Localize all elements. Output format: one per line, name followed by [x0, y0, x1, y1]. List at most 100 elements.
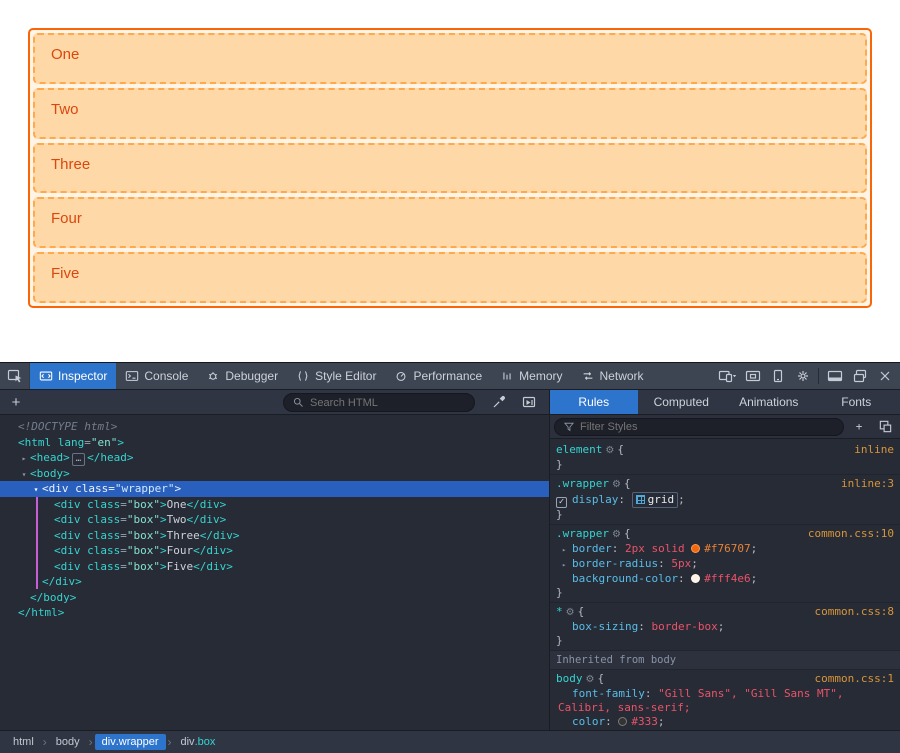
tab-label: Style Editor: [315, 369, 376, 383]
pick-element-button[interactable]: [0, 363, 30, 389]
box-label: Three: [51, 156, 90, 173]
collapsed-content-marker[interactable]: …: [72, 453, 85, 466]
eyedropper-button[interactable]: [488, 392, 510, 412]
selector-gear-icon[interactable]: ⚙: [583, 674, 598, 685]
selected-children-guide: [36, 497, 38, 589]
toolbox-controls: [715, 363, 900, 389]
rulers-button[interactable]: [518, 392, 540, 412]
frame-picker-icon: [745, 368, 761, 384]
tab-memory[interactable]: Memory: [491, 363, 571, 389]
dock-bottom-icon: [827, 368, 843, 384]
markup-line-html-close[interactable]: </html>: [0, 605, 549, 621]
expand-arrow-icon[interactable]: ▸: [562, 558, 572, 572]
grid-wrapper: One Two Three Four Five: [28, 28, 872, 308]
rendered-page: One Two Three Four Five: [0, 0, 900, 362]
markup-line-div-box[interactable]: <div class="box">Two</div>: [0, 512, 549, 528]
tab-fonts[interactable]: Fonts: [813, 390, 900, 414]
style-editor-icon: [296, 369, 310, 383]
breadcrumb-item-div-box[interactable]: div.box: [174, 734, 223, 750]
pick-element-icon: [7, 368, 23, 384]
selector-gear-icon[interactable]: ⚙: [602, 445, 617, 456]
box-label: Five: [51, 265, 79, 282]
close-devtools-button[interactable]: [872, 363, 897, 389]
tab-network[interactable]: Network: [572, 363, 653, 389]
rule-source-link[interactable]: common.css:8: [815, 605, 894, 619]
tab-computed[interactable]: Computed: [638, 390, 726, 414]
search-html-input[interactable]: [310, 397, 466, 409]
collapse-arrow-icon[interactable]: ▾: [18, 467, 30, 483]
css-rule-wrapper-common: .wrapper⚙{common.css:10 ▸border: 2px sol…: [550, 525, 900, 603]
selector-gear-icon[interactable]: ⚙: [609, 479, 624, 490]
add-node-button[interactable]: +: [6, 391, 26, 413]
selector-gear-icon[interactable]: ⚙: [563, 607, 578, 618]
frame-picker-button[interactable]: [740, 363, 765, 389]
tab-inspector[interactable]: Inspector: [30, 363, 116, 389]
color-swatch[interactable]: [691, 544, 700, 553]
responsive-design-icon: [718, 368, 737, 384]
expand-arrow-icon[interactable]: ▸: [18, 451, 30, 467]
markup-toolbar: +: [0, 390, 550, 414]
search-icon: [292, 396, 305, 409]
filter-styles-box: [554, 418, 844, 436]
responsive-design-button[interactable]: [715, 363, 740, 389]
grid-box-four: Four: [33, 197, 867, 248]
filter-styles-input[interactable]: [580, 421, 835, 433]
rules-filter-row: +: [550, 415, 900, 439]
markup-line-div-box[interactable]: <div class="box">One</div>: [0, 497, 549, 513]
tab-label: Debugger: [225, 369, 278, 383]
markup-line-div-box[interactable]: <div class="box">Five</div>: [0, 559, 549, 575]
class-panel-button[interactable]: [874, 417, 896, 437]
grid-value-toggle[interactable]: grid: [632, 492, 679, 508]
rule-source-link[interactable]: common.css:10: [808, 527, 894, 541]
markup-line-div-box[interactable]: <div class="box">Four</div>: [0, 543, 549, 559]
markup-line-div-box[interactable]: <div class="box">Three</div>: [0, 528, 549, 544]
toolbar-divider: [818, 368, 819, 384]
rule-source-link[interactable]: inline: [854, 443, 894, 457]
rule-source-link[interactable]: common.css:1: [815, 672, 894, 686]
grid-box-two: Two: [33, 88, 867, 139]
collapse-arrow-icon[interactable]: ▾: [30, 482, 42, 498]
screenshot-root: One Two Three Four Five Inspector Consol…: [0, 0, 900, 753]
color-swatch[interactable]: [691, 574, 700, 583]
inherited-from-body-header: Inherited from body: [550, 651, 900, 670]
markup-line-body-open[interactable]: ▾<body>: [0, 466, 549, 482]
tab-rules[interactable]: Rules: [550, 390, 638, 414]
separate-window-button[interactable]: [847, 363, 872, 389]
plus-icon: +: [12, 394, 21, 411]
console-icon: [125, 369, 139, 383]
declaration-checkbox[interactable]: ✓: [556, 497, 567, 508]
tab-style-editor[interactable]: Style Editor: [287, 363, 385, 389]
dock-bottom-button[interactable]: [822, 363, 847, 389]
chevron-right-icon: ›: [168, 735, 172, 749]
expand-arrow-icon[interactable]: ▸: [562, 543, 572, 557]
markup-line-head[interactable]: ▸<head>…</head>: [0, 450, 549, 466]
tab-console[interactable]: Console: [116, 363, 197, 389]
tab-debugger[interactable]: Debugger: [197, 363, 287, 389]
eyedropper-icon: [491, 394, 507, 410]
performance-icon: [394, 369, 408, 383]
rulers-icon: [521, 394, 537, 410]
breadcrumb-item-div-wrapper[interactable]: div.wrapper: [95, 734, 166, 750]
breadcrumb-item-html[interactable]: html: [6, 734, 41, 750]
device-button[interactable]: [765, 363, 790, 389]
markup-line-div-wrapper[interactable]: ▾<div class="wrapper">: [0, 481, 549, 497]
secondary-toolbar: + Rules Computed Animations Fonts: [0, 390, 900, 415]
markup-line-html-open[interactable]: <html lang="en">: [0, 435, 549, 451]
rule-source-link[interactable]: inline:3: [841, 477, 894, 491]
settings-button[interactable]: [790, 363, 815, 389]
css-rule-universal: *⚙{common.css:8 box-sizing: border-box; …: [550, 603, 900, 651]
tab-animations[interactable]: Animations: [725, 390, 813, 414]
color-swatch[interactable]: [618, 717, 627, 726]
markup-line-div-close[interactable]: </div>: [0, 574, 549, 590]
rules-list: element⚙{inline } .wrapper⚙{inline:3 ✓di…: [550, 439, 900, 731]
selector-gear-icon[interactable]: ⚙: [609, 529, 624, 540]
tab-performance[interactable]: Performance: [385, 363, 491, 389]
markup-line-body-close[interactable]: </body>: [0, 590, 549, 606]
breadcrumb-item-body[interactable]: body: [49, 734, 87, 750]
css-rule-body: body⚙{common.css:1 font-family: "Gill Sa…: [550, 670, 900, 731]
filter-icon: [563, 421, 575, 433]
css-rule-element: element⚙{inline }: [550, 441, 900, 475]
markup-line-doctype[interactable]: <!DOCTYPE html>: [0, 419, 549, 435]
separate-window-icon: [852, 368, 868, 384]
add-rule-button[interactable]: +: [848, 417, 870, 437]
